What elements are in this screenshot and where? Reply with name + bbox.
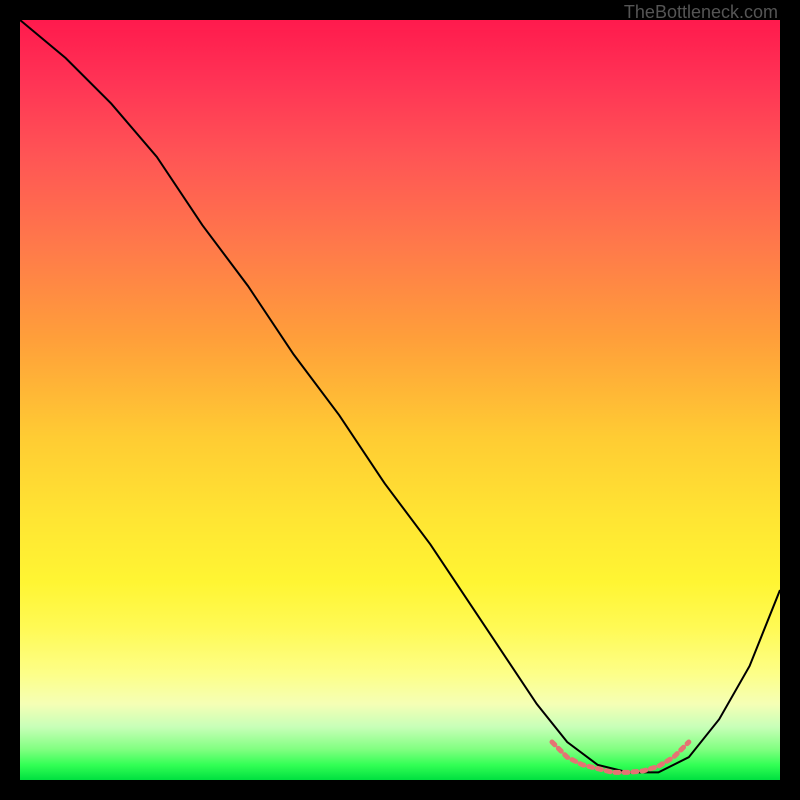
curve-overlay — [20, 20, 780, 780]
chart-container: TheBottleneck.com — [0, 0, 800, 800]
plot-area — [20, 20, 780, 780]
watermark-text: TheBottleneck.com — [624, 2, 778, 23]
bottleneck-curve — [20, 20, 780, 772]
